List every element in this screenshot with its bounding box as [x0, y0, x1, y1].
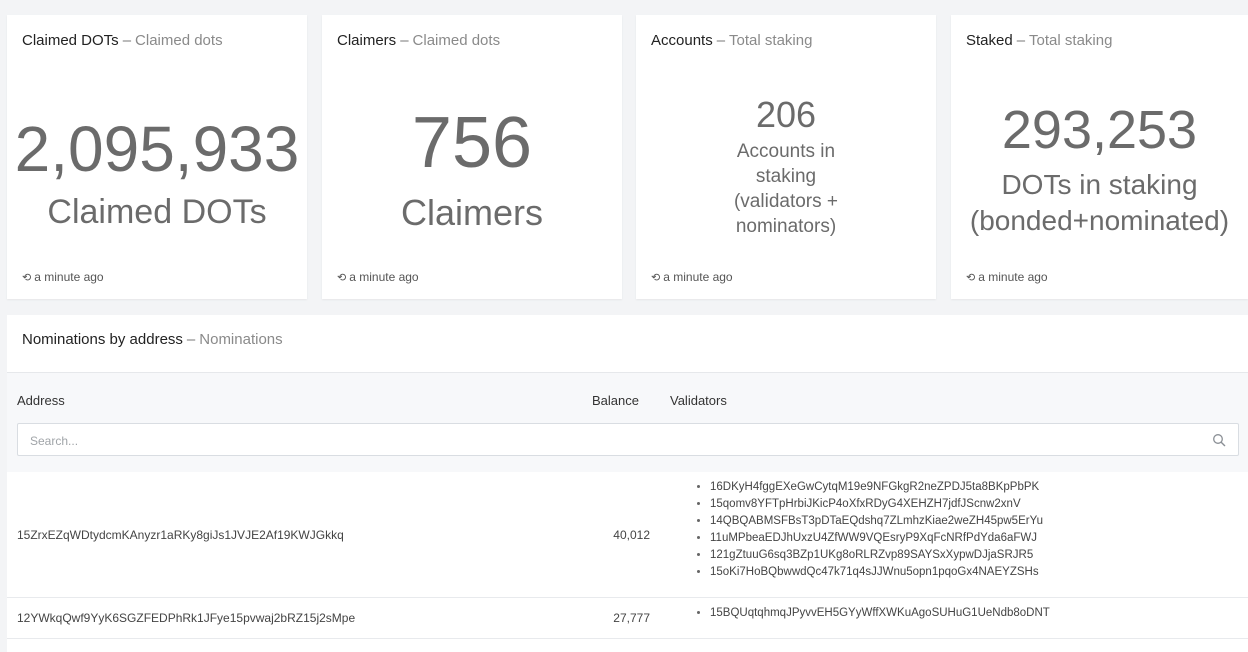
- last-updated: ⟲ a minute ago: [22, 270, 104, 284]
- stat-card-accounts: Accounts – Total staking 206 Accounts in s…: [636, 15, 936, 299]
- card-subtitle: Claimed dots: [135, 32, 223, 49]
- validator-item: 14QBQABMSFBsT3pDTaEQdshq7ZLmhzKiae2weZH4…: [710, 513, 1043, 530]
- validators-list: 16DKyH4fggEXeGwCytqM19e9NFGkgR2neZPDJ5ta…: [692, 479, 1043, 581]
- card-subtitle: Total staking: [729, 32, 813, 49]
- stat-card-claimers: Claimers – Claimed dots 756 Claimers ⟲ a mi…: [322, 15, 622, 299]
- stat-label-line: (bonded+nominated): [969, 205, 1230, 236]
- table-header: Address Balance Validators: [7, 372, 1248, 473]
- table-row[interactable]: 15ZrxEZqWDtydcmKAnyzr1aRKy8giJs1JVJE2Af1…: [7, 472, 1248, 598]
- last-updated: ⟲ a minute ago: [651, 270, 733, 284]
- panel-title-text: Nominations by address: [22, 331, 183, 348]
- card-title: Accounts – Total staking: [651, 32, 812, 49]
- history-icon: ⟲: [22, 272, 32, 284]
- stat-label-line: (validators +: [733, 191, 839, 212]
- card-subtitle: Claimed dots: [412, 32, 501, 49]
- validator-item: 11uMPbeaEDJhUxzU4ZfWW9VQEsryP9XqFcNRfPdY…: [710, 530, 1043, 547]
- timestamp-text: a minute ago: [978, 270, 1048, 284]
- search-icon[interactable]: [1212, 433, 1226, 447]
- column-header-address[interactable]: Address: [17, 393, 65, 408]
- validator-item: 15oKi7HoBQbwwdQc47k71q4sJJWnu5opn1pqoGx4…: [710, 564, 1043, 581]
- title-separator: –: [400, 32, 409, 49]
- timestamp-text: a minute ago: [349, 270, 419, 284]
- title-separator: –: [186, 331, 196, 348]
- validator-item: 121gZtuuG6sq3BZp1UKg8oRLRZvp89SAYSxXypwD…: [710, 547, 1043, 564]
- validators-list: 15BQUqtqhmqJPyvvEH5GYyWffXWKuAgoSUHuG1Ue…: [692, 605, 1050, 622]
- stat-card-staked: Staked – Total staking 293,253 DOTs in sta…: [951, 15, 1248, 299]
- timestamp-text: a minute ago: [663, 270, 733, 284]
- history-icon: ⟲: [337, 272, 347, 284]
- table-row[interactable]: 12YWkqQwf9YyK6SGZFEDPhRk1JFye15pvwaj2bRZ…: [7, 598, 1248, 639]
- search-input[interactable]: [28, 424, 1182, 457]
- stat-value: 293,253: [1001, 100, 1198, 160]
- balance-cell: 40,012: [613, 528, 650, 542]
- stat-value: 206: [755, 94, 817, 135]
- validator-item: 16DKyH4fggEXeGwCytqM19e9NFGkgR2neZPDJ5ta…: [710, 479, 1043, 496]
- validator-item: 15qomv8YFTpHrbiJKicP4oXfxRDyG4XEHZH7jdfJ…: [710, 496, 1043, 513]
- history-icon: ⟲: [651, 272, 661, 284]
- panel-title: Nominations by address – Nominations: [22, 331, 283, 348]
- address-cell: 15ZrxEZqWDtydcmKAnyzr1aRKy8giJs1JVJE2Af1…: [17, 528, 344, 542]
- stat-label-line: staking: [755, 166, 817, 187]
- address-cell: 12YWkqQwf9YyK6SGZFEDPhRk1JFye15pvwaj2bRZ…: [17, 611, 356, 625]
- card-subtitle: Total staking: [1029, 32, 1113, 49]
- card-title: Claimed DOTs – Claimed dots: [22, 32, 223, 49]
- card-title: Claimers – Claimed dots: [337, 32, 500, 49]
- search-box: [17, 423, 1239, 457]
- stat-card-claimed-dots: Claimed DOTs – Claimed dots 2,095,933 Clai…: [7, 15, 307, 299]
- stat-label-line: DOTs in staking: [1001, 169, 1198, 200]
- panel-subtitle: Nominations: [199, 331, 283, 348]
- history-icon: ⟲: [966, 272, 976, 284]
- validator-item: 15BQUqtqhmqJPyvvEH5GYyWffXWKuAgoSUHuG1Ue…: [710, 605, 1050, 622]
- stat-label-line: nominators): [735, 216, 837, 237]
- stat-value: 2,095,933: [14, 113, 300, 185]
- column-header-balance[interactable]: Balance: [592, 393, 639, 408]
- column-header-validators[interactable]: Validators: [670, 393, 727, 408]
- title-separator: –: [716, 32, 726, 49]
- stat-label: Claimers: [400, 192, 543, 233]
- timestamp-text: a minute ago: [34, 270, 104, 284]
- nominations-panel: Nominations by address – Nominations Addre…: [7, 315, 1248, 652]
- balance-cell: 27,777: [613, 611, 650, 625]
- card-title-text: Claimed DOTs: [22, 32, 119, 49]
- card-title: Staked – Total staking: [966, 32, 1112, 49]
- title-separator: –: [1016, 32, 1026, 49]
- stat-label: Claimed DOTs: [47, 193, 267, 231]
- card-title-text: Staked: [966, 32, 1013, 49]
- card-title-text: Claimers: [337, 32, 397, 49]
- stat-label-line: Accounts in: [736, 141, 836, 162]
- last-updated: ⟲ a minute ago: [966, 270, 1048, 284]
- title-separator: –: [122, 32, 132, 49]
- stat-value: 756: [411, 103, 533, 183]
- card-title-text: Accounts: [651, 32, 713, 49]
- last-updated: ⟲ a minute ago: [337, 270, 419, 284]
